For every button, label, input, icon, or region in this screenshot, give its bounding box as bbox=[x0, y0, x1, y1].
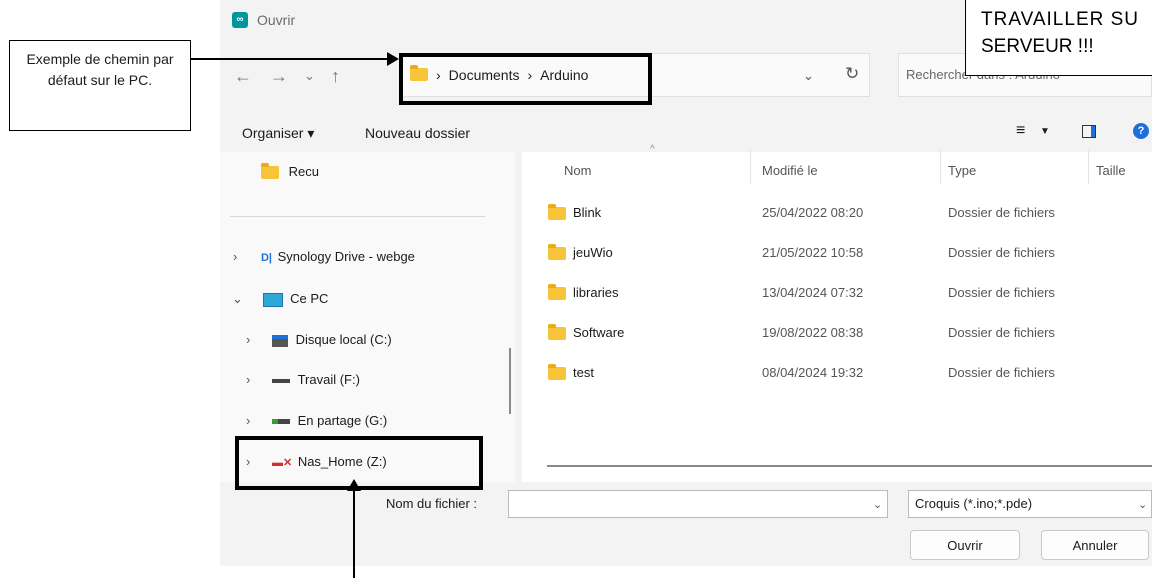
address-highlight-box bbox=[399, 53, 652, 105]
folder-icon bbox=[548, 284, 566, 300]
file-type: Dossier de fichiers bbox=[948, 245, 1055, 260]
file-modified: 08/04/2024 19:32 bbox=[762, 365, 864, 380]
filename-input[interactable] bbox=[508, 490, 888, 518]
arduino-icon: ∞ bbox=[232, 12, 248, 28]
nav-item-disque-local[interactable]: › Disque local (C:) bbox=[246, 332, 392, 347]
nav-item-synology[interactable]: › D| Synology Drive - webge bbox=[233, 249, 415, 264]
open-button[interactable]: Ouvrir bbox=[910, 530, 1020, 560]
back-arrow-icon[interactable]: ← bbox=[234, 66, 252, 87]
help-icon[interactable]: ? bbox=[1133, 123, 1149, 139]
window-title: Ouvrir bbox=[257, 12, 296, 28]
filter-value: Croquis (*.ino;*.pde) bbox=[915, 496, 1033, 511]
arrow-to-address bbox=[191, 58, 389, 60]
callout-box: Exemple de chemin par défaut sur le PC. bbox=[9, 40, 191, 131]
expand-chevron-icon[interactable]: › bbox=[233, 249, 237, 264]
windows-drive-icon bbox=[271, 334, 288, 347]
nav-pane-scrollbar[interactable] bbox=[509, 348, 511, 414]
arrowhead-up bbox=[347, 479, 361, 491]
file-type: Dossier de fichiers bbox=[948, 325, 1055, 340]
table-row[interactable]: jeuWio 21/05/2022 10:58 Dossier de fichi… bbox=[540, 238, 1152, 268]
folder-icon bbox=[548, 204, 566, 220]
file-modified: 21/05/2022 10:58 bbox=[762, 245, 864, 260]
column-header-name[interactable]: Nom bbox=[564, 163, 591, 178]
cancel-button[interactable]: Annuler bbox=[1041, 530, 1149, 560]
column-separator bbox=[750, 150, 751, 184]
nav-item-ce-pc[interactable]: ⌄ Ce PC bbox=[232, 291, 328, 307]
collapse-chevron-icon[interactable]: ⌄ bbox=[232, 291, 243, 306]
file-name: test bbox=[573, 365, 594, 380]
column-header-modified[interactable]: Modifié le bbox=[762, 163, 818, 178]
callout-text: Exemple de chemin par défaut sur le PC. bbox=[26, 51, 174, 88]
file-name: jeuWio bbox=[573, 245, 613, 260]
file-name: Software bbox=[573, 325, 625, 340]
file-type: Dossier de fichiers bbox=[948, 285, 1055, 300]
nav-item-label: Ce PC bbox=[290, 291, 329, 306]
expand-chevron-icon[interactable]: › bbox=[246, 372, 250, 387]
file-modified: 19/08/2022 08:38 bbox=[762, 325, 864, 340]
expand-chevron-icon[interactable]: › bbox=[246, 413, 250, 428]
up-arrow-icon[interactable]: ↑ bbox=[331, 66, 340, 87]
synology-icon: D| bbox=[260, 252, 272, 264]
nav-item-label: En partage (G:) bbox=[297, 413, 388, 428]
arrowhead-right bbox=[387, 52, 399, 66]
view-chevron-icon[interactable]: ▼ bbox=[1040, 126, 1050, 137]
forward-arrow-icon[interactable]: → bbox=[270, 66, 288, 87]
file-name: libraries bbox=[573, 285, 619, 300]
column-header-size[interactable]: Taille bbox=[1096, 163, 1126, 178]
nav-item-en-partage[interactable]: › En partage (G:) bbox=[246, 413, 387, 428]
folder-icon bbox=[548, 364, 566, 380]
nav-item-recu[interactable]: Recu bbox=[261, 163, 319, 180]
column-header-type[interactable]: Type bbox=[948, 163, 976, 178]
folder-icon bbox=[548, 324, 566, 340]
address-chevron-down-icon[interactable]: ⌄ bbox=[803, 68, 814, 84]
table-row[interactable]: Software 19/08/2022 08:38 Dossier de fic… bbox=[540, 318, 1152, 348]
sort-arrow-icon: ^ bbox=[650, 144, 655, 155]
navigation-pane bbox=[220, 152, 515, 482]
arrow-to-nas bbox=[353, 490, 355, 578]
column-separator bbox=[1088, 150, 1089, 184]
table-row[interactable]: Blink 25/04/2022 08:20 Dossier de fichie… bbox=[540, 198, 1152, 228]
table-row[interactable]: test 08/04/2024 19:32 Dossier de fichier… bbox=[540, 358, 1152, 388]
filename-label: Nom du fichier : bbox=[386, 496, 478, 511]
drive-icon bbox=[271, 378, 290, 383]
filter-chevron-icon[interactable]: ⌄ bbox=[1138, 498, 1147, 511]
nav-item-label: Recu bbox=[288, 164, 319, 179]
view-options-icon[interactable]: ≡ bbox=[1016, 122, 1025, 140]
preview-pane-icon[interactable] bbox=[1082, 125, 1096, 138]
computer-icon bbox=[262, 292, 283, 307]
file-type: Dossier de fichiers bbox=[948, 205, 1055, 220]
column-separator bbox=[940, 150, 941, 184]
nav-item-label: Disque local (C:) bbox=[295, 332, 392, 347]
file-list-scrollbar[interactable] bbox=[547, 465, 1152, 467]
nav-item-label: Travail (F:) bbox=[297, 372, 360, 387]
filename-chevron-icon[interactable]: ⌄ bbox=[873, 498, 882, 511]
file-modified: 13/04/2024 07:32 bbox=[762, 285, 864, 300]
file-type: Dossier de fichiers bbox=[948, 365, 1055, 380]
network-drive-icon bbox=[271, 419, 290, 425]
folder-icon bbox=[548, 244, 566, 260]
file-name: Blink bbox=[573, 205, 602, 220]
warning-line-2: SERVEUR !!! bbox=[981, 36, 1094, 57]
refresh-icon[interactable]: ↻ bbox=[845, 64, 859, 84]
nav-separator bbox=[230, 216, 485, 217]
file-modified: 25/04/2022 08:20 bbox=[762, 205, 864, 220]
recent-chevron-icon[interactable]: ⌄ bbox=[304, 68, 315, 84]
folder-icon bbox=[261, 163, 279, 180]
warning-line-1: TRAVAILLER SU bbox=[981, 9, 1140, 30]
table-row[interactable]: libraries 13/04/2024 07:32 Dossier de fi… bbox=[540, 278, 1152, 308]
new-folder-button[interactable]: Nouveau dossier bbox=[365, 125, 470, 141]
nav-item-travail[interactable]: › Travail (F:) bbox=[246, 372, 360, 387]
nav-item-label: Synology Drive - webge bbox=[277, 249, 415, 264]
warning-box: TRAVAILLER SU SERVEUR !!! bbox=[965, 0, 1152, 76]
expand-chevron-icon[interactable]: › bbox=[246, 332, 250, 347]
organise-button[interactable]: Organiser ▾ bbox=[242, 125, 314, 142]
